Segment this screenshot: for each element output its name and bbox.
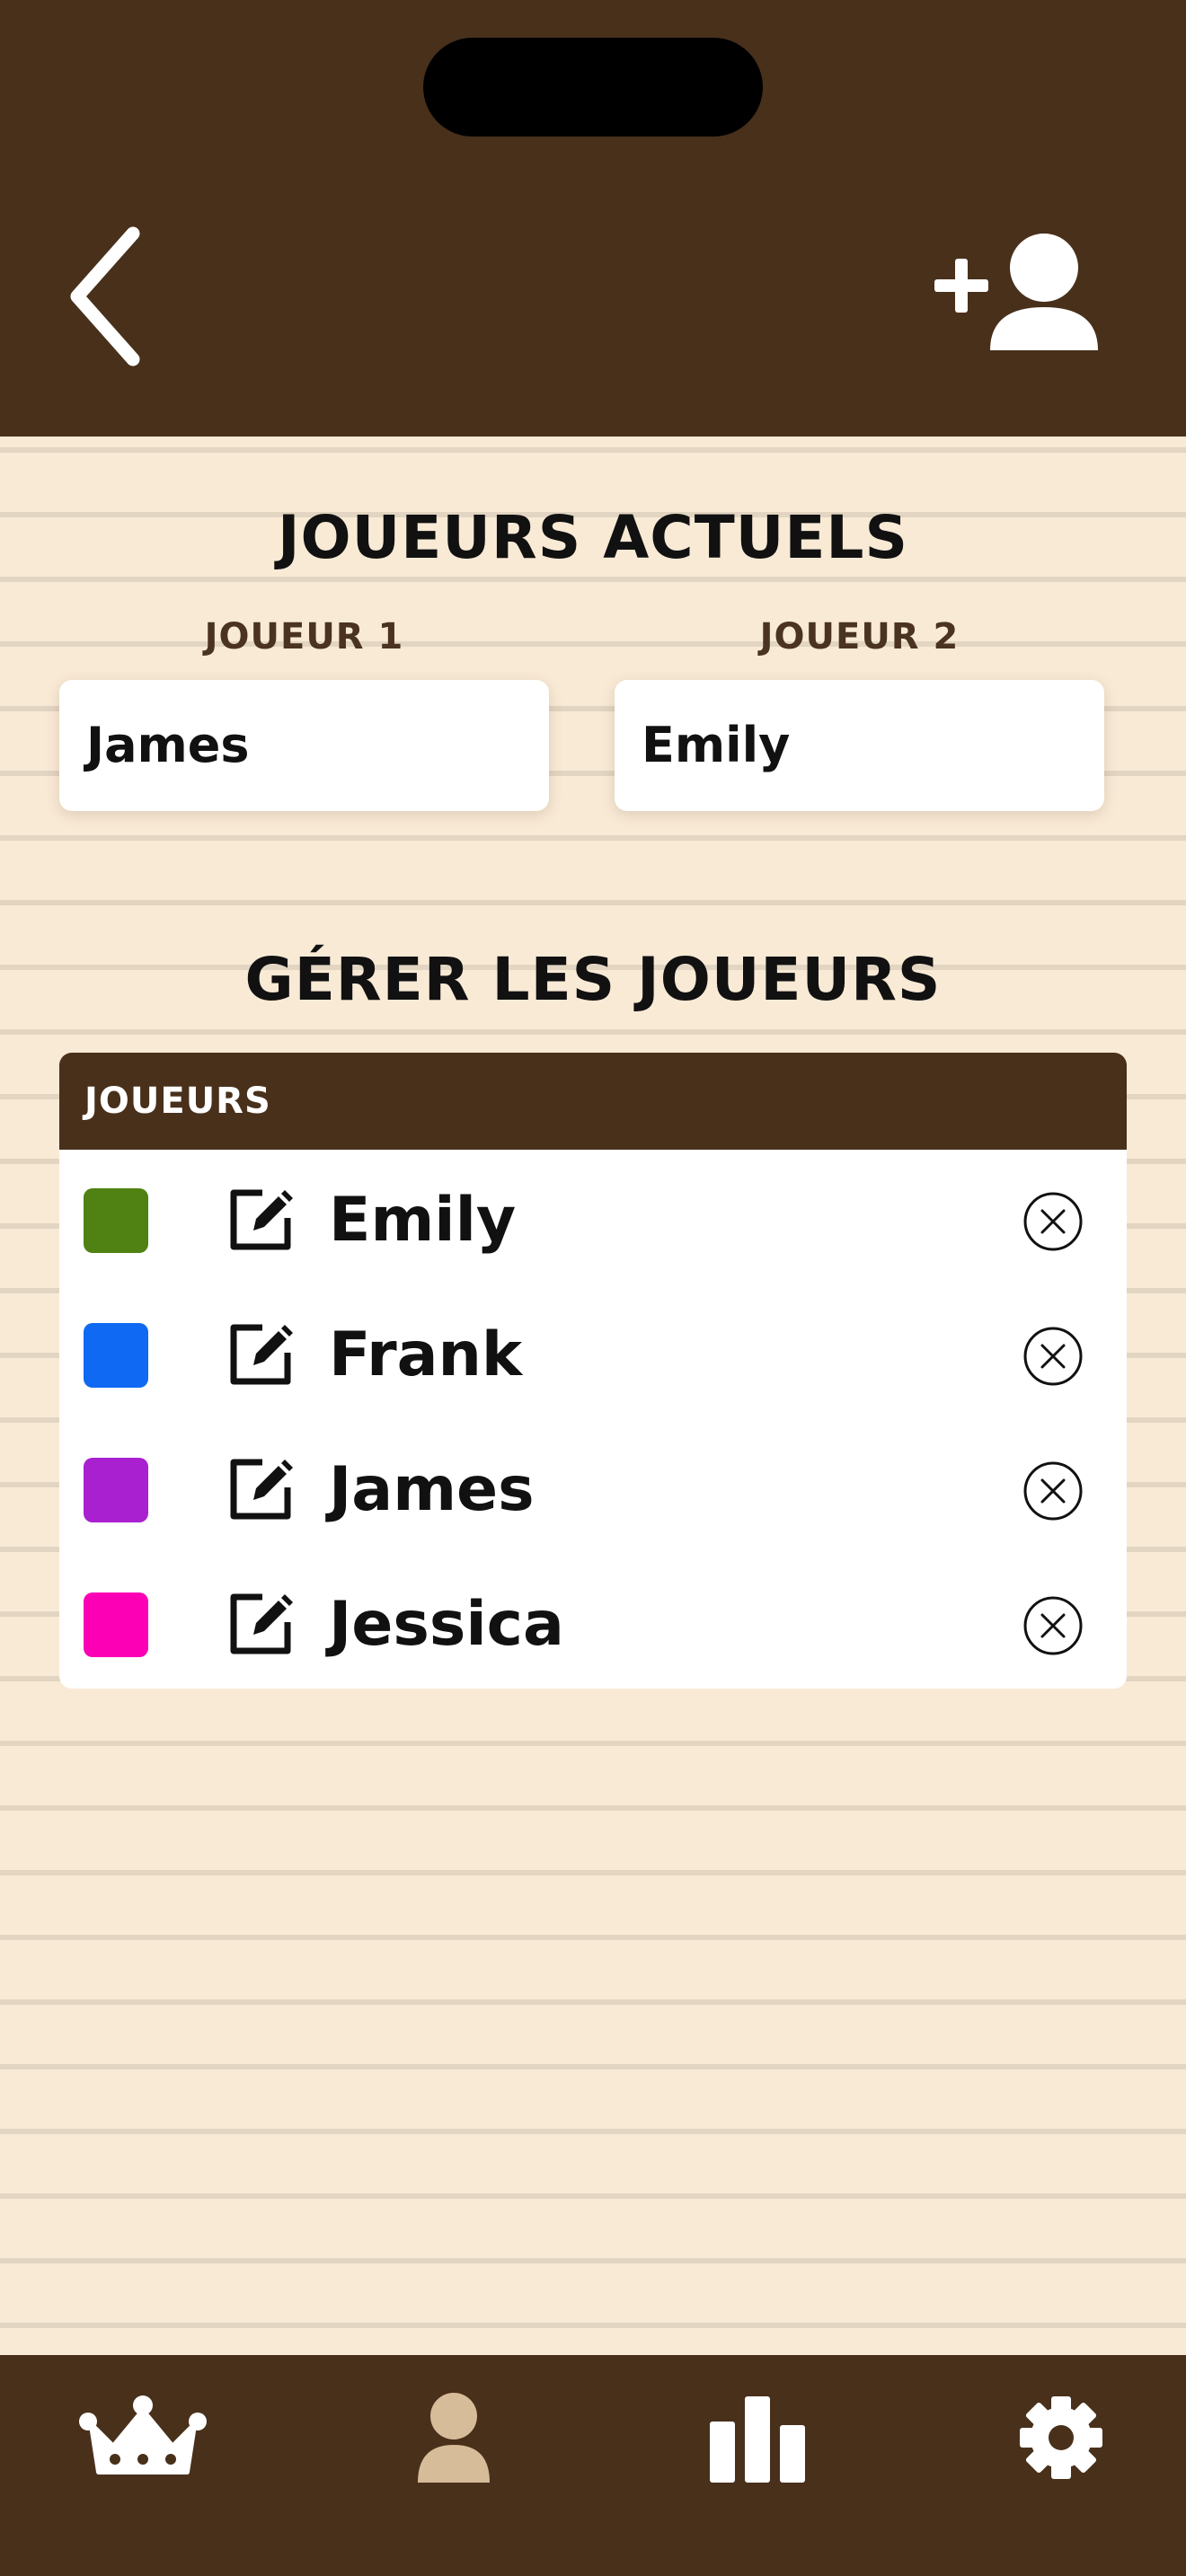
close-circle-icon: [1023, 1596, 1083, 1655]
player-row: James: [59, 1419, 1127, 1554]
player2-selector[interactable]: Emily: [615, 680, 1104, 811]
player-color-swatch[interactable]: [84, 1458, 148, 1522]
top-bar: [0, 0, 1186, 437]
gear-icon: [1020, 2396, 1102, 2479]
player2-label: JOUEUR 2: [759, 616, 960, 657]
edit-player-button[interactable]: [226, 1320, 295, 1389]
edit-icon: [230, 1189, 293, 1250]
current-players-title: JOUEURS ACTUELS: [277, 503, 909, 572]
player1-selector[interactable]: James: [59, 680, 549, 811]
person-icon: [418, 2393, 490, 2483]
close-circle-icon: [1023, 1192, 1083, 1251]
delete-player-button[interactable]: [1022, 1191, 1084, 1252]
edit-icon: [230, 1324, 293, 1385]
nav-stats-tab[interactable]: [690, 2389, 825, 2488]
player-row: Emily: [59, 1150, 1127, 1284]
add-player-button[interactable]: [925, 225, 1105, 359]
nav-players-tab[interactable]: [386, 2389, 521, 2488]
player-name: James: [329, 1454, 535, 1525]
user-plus-icon: [934, 234, 1098, 350]
players-table-header: JOUEURS: [59, 1053, 1127, 1150]
edit-player-button[interactable]: [226, 1590, 295, 1658]
player-color-swatch[interactable]: [84, 1592, 148, 1657]
chevron-left-icon: [70, 226, 140, 366]
player-name: Frank: [329, 1319, 523, 1390]
delete-player-button[interactable]: [1022, 1460, 1084, 1522]
back-button[interactable]: [54, 216, 162, 377]
player-color-swatch[interactable]: [84, 1323, 148, 1388]
edit-player-button[interactable]: [226, 1186, 295, 1254]
player-name: Jessica: [329, 1589, 564, 1660]
players-table: JOUEURS Emily Frank James Jessica: [59, 1053, 1127, 1689]
player-row: Frank: [59, 1284, 1127, 1419]
edit-player-button[interactable]: [226, 1455, 295, 1523]
camera-notch: [423, 38, 763, 137]
nav-crown-tab[interactable]: [75, 2389, 210, 2488]
delete-player-button[interactable]: [1022, 1595, 1084, 1656]
edit-icon: [230, 1593, 293, 1654]
player-row: Jessica: [59, 1554, 1127, 1689]
close-circle-icon: [1023, 1461, 1083, 1521]
bottom-nav-bar: [0, 2355, 1186, 2576]
delete-player-button[interactable]: [1022, 1326, 1084, 1387]
manage-players-title: GÉRER LES JOUEURS: [244, 945, 942, 1014]
player-color-swatch[interactable]: [84, 1188, 148, 1253]
close-circle-icon: [1023, 1327, 1083, 1386]
nav-settings-tab[interactable]: [994, 2389, 1128, 2488]
bar-chart-icon: [710, 2396, 805, 2483]
player1-label: JOUEUR 1: [204, 616, 404, 657]
edit-icon: [230, 1459, 293, 1520]
crown-icon: [79, 2395, 207, 2475]
player-name: Emily: [329, 1185, 517, 1256]
